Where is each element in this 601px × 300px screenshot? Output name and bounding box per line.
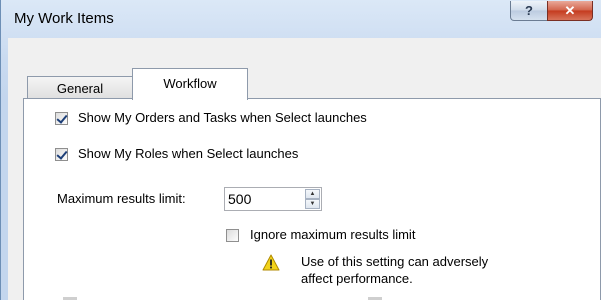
tab-general[interactable]: General bbox=[27, 76, 133, 98]
tab-general-label: General bbox=[56, 81, 104, 96]
spin-down-icon[interactable]: ▼ bbox=[305, 199, 320, 209]
spin-up-icon[interactable]: ▲ bbox=[305, 189, 320, 199]
close-icon: ✕ bbox=[564, 2, 576, 18]
help-button[interactable]: ? bbox=[510, 1, 548, 21]
max-results-input[interactable] bbox=[225, 188, 301, 210]
warning-text-line2: affect performance. bbox=[301, 271, 413, 286]
close-button[interactable]: ✕ bbox=[547, 1, 593, 21]
warning-triangle-icon bbox=[262, 254, 280, 271]
ignore-max-checkbox[interactable] bbox=[226, 229, 239, 242]
show-orders-tasks-checkbox[interactable] bbox=[55, 112, 68, 125]
window-title: My Work Items bbox=[14, 10, 114, 27]
max-results-stepper[interactable]: ▲ ▼ bbox=[224, 187, 322, 211]
show-roles-label[interactable]: Show My Roles when Select launches bbox=[78, 146, 298, 161]
help-icon: ? bbox=[525, 3, 533, 18]
tab-workflow[interactable]: Workflow bbox=[132, 68, 248, 100]
tab-workflow-label: Workflow bbox=[163, 76, 217, 91]
max-results-spin: ▲ ▼ bbox=[305, 189, 320, 209]
title-bar[interactable]: My Work Items ? ✕ bbox=[1, 0, 601, 38]
max-results-label: Maximum results limit: bbox=[57, 191, 186, 206]
ignore-max-label[interactable]: Ignore maximum results limit bbox=[250, 227, 415, 242]
show-orders-tasks-label[interactable]: Show My Orders and Tasks when Select lau… bbox=[78, 110, 367, 125]
warning-text-line1: Use of this setting can adversely bbox=[301, 254, 489, 269]
show-roles-checkbox[interactable] bbox=[55, 148, 68, 161]
